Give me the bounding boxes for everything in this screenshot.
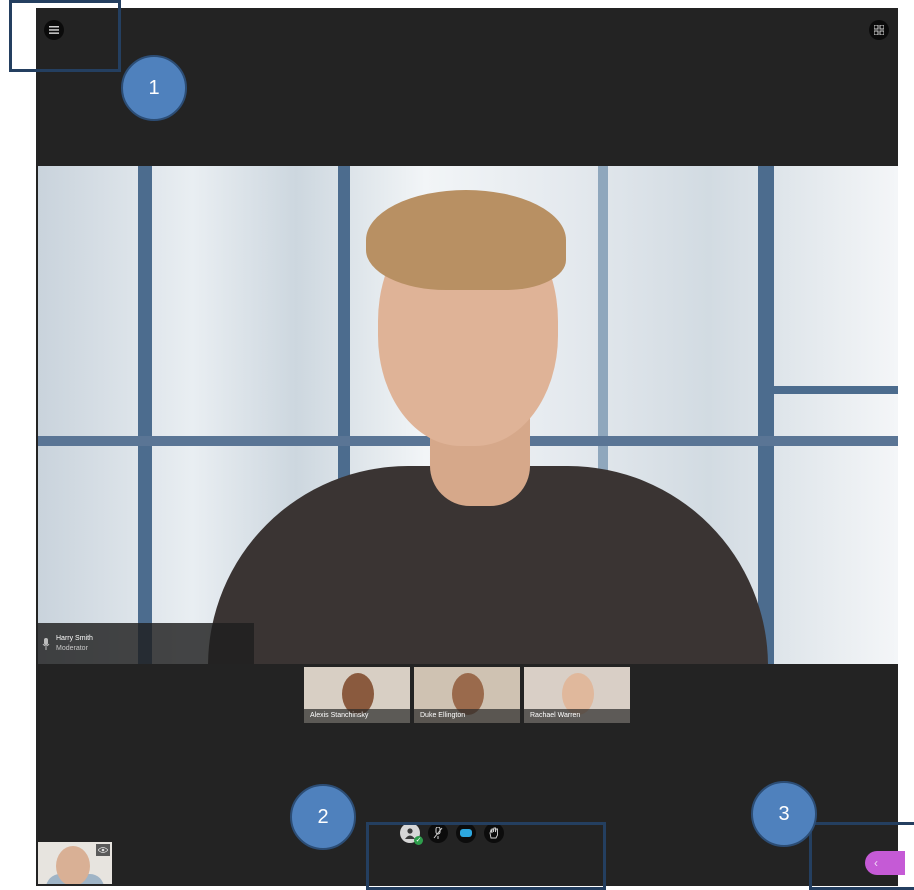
callout-marker-3: 3 [751, 781, 817, 847]
microphone-icon [42, 637, 50, 650]
layout-grid-button[interactable] [869, 20, 889, 40]
participant-name: Duke Ellington [414, 709, 520, 723]
participant-thumbnail[interactable]: Alexis Stanchinsky [304, 667, 410, 723]
callout-box-3 [809, 822, 914, 890]
callout-box-2 [366, 822, 606, 890]
participant-thumbnail[interactable]: Rachael Warren [524, 667, 630, 723]
speaker-nameplate: Harry Smith Moderator [38, 623, 254, 664]
callout-marker-2: 2 [290, 784, 356, 850]
speaker-name: Harry Smith [56, 634, 93, 642]
visibility-toggle[interactable] [96, 844, 110, 856]
main-speaker-video [38, 166, 898, 664]
callout-marker-1: 1 [121, 55, 187, 121]
participant-thumbnail[interactable]: Duke Ellington [414, 667, 520, 723]
speaker-role: Moderator [56, 644, 88, 652]
self-view-video[interactable] [38, 842, 112, 884]
grid-layout-icon [874, 25, 884, 35]
participant-strip: Alexis Stanchinsky Duke Ellington Rachae… [304, 667, 630, 723]
eye-icon [98, 847, 108, 853]
callout-box-1 [9, 0, 121, 72]
participant-name: Rachael Warren [524, 709, 630, 723]
participant-name: Alexis Stanchinsky [304, 709, 410, 723]
self-face [56, 846, 90, 884]
